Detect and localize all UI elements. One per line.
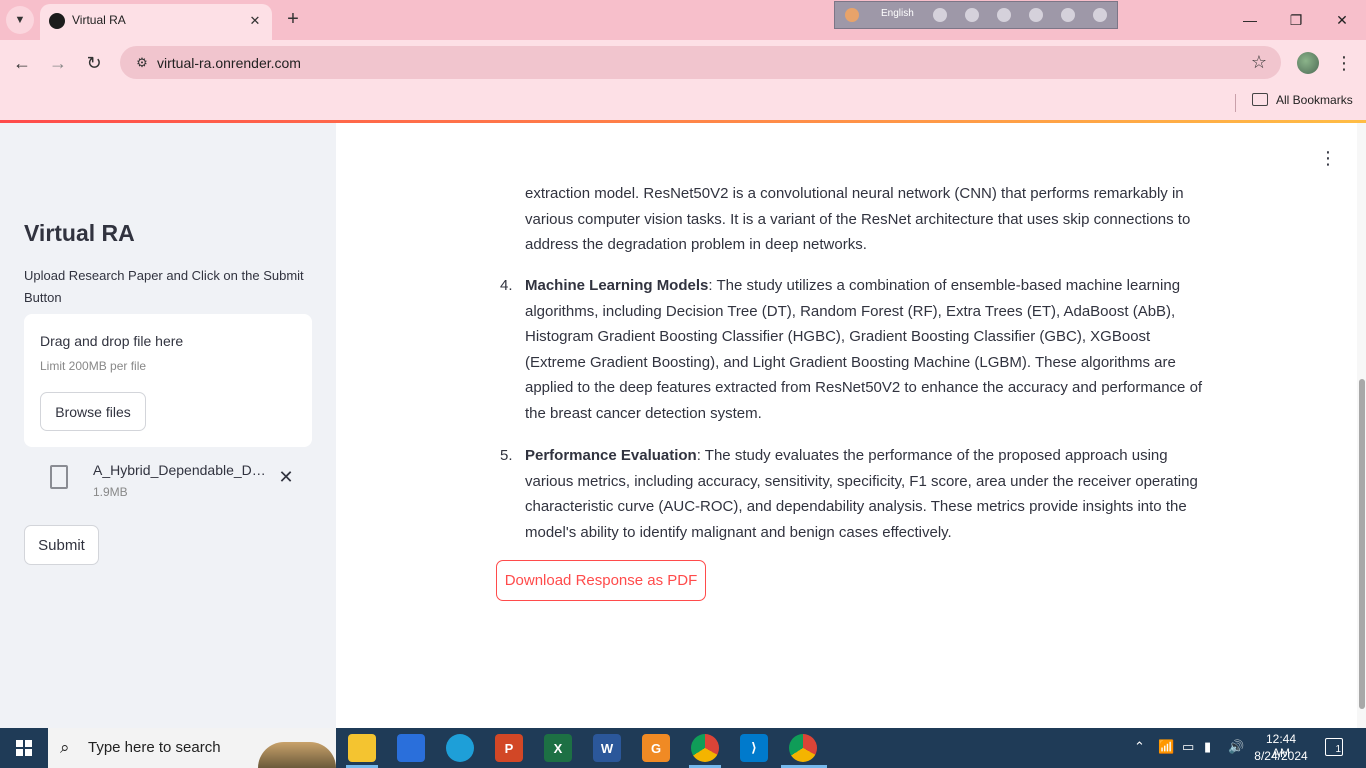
search-icon: ⌕ xyxy=(60,738,70,757)
hand-icon xyxy=(965,8,979,22)
list-item-machine-learning-models: Machine Learning Models: The study utili… xyxy=(525,273,1205,427)
uploaded-file: A_Hybrid_Dependable_Deep_Feature_Extract… xyxy=(0,453,336,503)
start-button[interactable] xyxy=(0,728,48,768)
tab-close-button[interactable]: ✕ xyxy=(246,12,264,30)
submit-button[interactable]: Submit xyxy=(24,525,99,565)
favicon-icon xyxy=(49,13,65,29)
file-size: 1.9MB xyxy=(93,485,128,499)
wifi-icon[interactable]: 📶 xyxy=(1158,739,1174,755)
dropzone-instruction: Drag and drop file here xyxy=(40,333,184,349)
arrow-right-icon: → xyxy=(49,52,67,73)
download-pdf-button[interactable]: Download Response as PDF xyxy=(496,560,706,601)
chrome-icon[interactable] xyxy=(691,734,719,762)
restore-icon: ❐ xyxy=(1289,11,1303,28)
file-icon xyxy=(50,465,68,489)
arrow-left-icon: ← xyxy=(13,52,31,73)
url-text[interactable]: virtual-ra.onrender.com xyxy=(157,55,301,71)
close-icon: ✕ xyxy=(278,466,294,487)
list-number: 4. xyxy=(500,277,513,294)
list-number: 5. xyxy=(500,447,513,464)
all-bookmarks-link[interactable]: All Bookmarks xyxy=(1276,93,1353,107)
profile-avatar[interactable] xyxy=(1297,52,1319,74)
remove-file-button[interactable]: ✕ xyxy=(276,467,296,487)
minimize-icon: — xyxy=(1243,12,1257,28)
notification-count: 1 xyxy=(1335,744,1341,755)
help-icon xyxy=(1061,8,1075,22)
chevron-down-icon: ▼ xyxy=(14,14,26,26)
bookmarks-bar: All Bookmarks xyxy=(0,86,1366,120)
word-icon[interactable]: W xyxy=(593,734,621,762)
list-item-text: : The study utilizes a combination of en… xyxy=(525,277,1203,422)
folder-icon[interactable] xyxy=(1252,93,1268,106)
bookmark-star-icon[interactable]: ☆ xyxy=(1251,52,1267,73)
show-hidden-icons[interactable]: ⌃ xyxy=(1134,739,1145,755)
sidebar-title: Virtual RA xyxy=(24,220,135,246)
edge-icon[interactable] xyxy=(446,734,474,762)
reload-button[interactable]: ↻ xyxy=(81,50,107,76)
clock-date[interactable]: 8/24/2024 xyxy=(1252,749,1310,763)
forward-button[interactable]: → xyxy=(45,50,71,76)
notification-center-icon[interactable]: 1 xyxy=(1325,738,1343,756)
excel-icon[interactable]: X xyxy=(544,734,572,762)
site-info-icon[interactable]: ⚙ xyxy=(132,53,152,73)
language-bar[interactable]: English xyxy=(834,1,1118,29)
battery-icon[interactable]: ▮ xyxy=(1204,739,1211,755)
pdf-tool-icon[interactable]: G xyxy=(642,734,670,762)
reload-icon: ↻ xyxy=(86,52,102,73)
tab-search-button[interactable]: ▼ xyxy=(6,6,34,34)
ime-icon xyxy=(845,8,859,22)
windows-icon xyxy=(16,740,32,756)
keyboard-icon xyxy=(933,8,947,22)
tab-strip: ▼ Virtual RA ✕ + English — ❐ ✕ xyxy=(0,0,1366,40)
sidebar-caption: Upload Research Paper and Click on the S… xyxy=(24,268,304,305)
active-tab[interactable]: Virtual RA ✕ xyxy=(40,4,272,40)
kebab-icon: ⋮ xyxy=(1335,52,1353,73)
close-window-button[interactable]: ✕ xyxy=(1330,8,1354,32)
kebab-icon: ⋮ xyxy=(1319,147,1337,168)
restore-button[interactable]: ❐ xyxy=(1284,8,1308,32)
pen-icon xyxy=(1029,8,1043,22)
chrome-profile-icon[interactable] xyxy=(789,734,817,762)
volume-icon[interactable]: 🔊 xyxy=(1228,739,1244,755)
info-icon xyxy=(1093,8,1107,22)
close-icon: ✕ xyxy=(1336,11,1348,28)
settings-icon xyxy=(997,8,1011,22)
browse-files-button[interactable]: Browse files xyxy=(40,392,146,431)
intro-paragraph: extraction model. ResNet50V2 is a convol… xyxy=(525,185,1191,254)
file-explorer-icon[interactable] xyxy=(348,734,376,762)
search-highlight-image xyxy=(258,742,336,768)
new-tab-button[interactable]: + xyxy=(282,8,304,30)
browser-menu-button[interactable]: ⋮ xyxy=(1335,52,1353,74)
list-item-heading: Performance Evaluation xyxy=(525,447,697,464)
list-item-performance-evaluation: Performance Evaluation: The study evalua… xyxy=(525,443,1205,545)
language-label: English xyxy=(881,8,914,19)
dropzone-limit: Limit 200MB per file xyxy=(40,359,147,373)
taskbar: ⌕ Type here to search P X W G ⟩ ⌃ 📶 ▭ ▮ … xyxy=(0,728,1366,768)
address-bar[interactable]: ⚙ virtual-ra.onrender.com ☆ xyxy=(120,46,1281,79)
store-icon[interactable] xyxy=(397,734,425,762)
app-menu-button[interactable]: ⋮ xyxy=(1318,147,1338,169)
screen: ▼ Virtual RA ✕ + English — ❐ ✕ ← → ↻ ⚙ v… xyxy=(0,0,1366,768)
back-button[interactable]: ← xyxy=(9,50,35,76)
list-item-heading: Machine Learning Models xyxy=(525,277,709,294)
main-content: ⋮ extraction model. ResNet50V2 is a conv… xyxy=(336,123,1366,728)
minimize-button[interactable]: — xyxy=(1238,8,1262,32)
tab-title: Virtual RA xyxy=(72,13,126,27)
bookmarks-divider xyxy=(1235,94,1236,112)
search-placeholder[interactable]: Type here to search xyxy=(88,739,221,756)
taskbar-search[interactable]: ⌕ Type here to search xyxy=(48,728,336,768)
file-dropzone[interactable]: Drag and drop file here Limit 200MB per … xyxy=(24,314,312,447)
file-name: A_Hybrid_Dependable_Deep_Feature_Extract… xyxy=(93,462,271,478)
scrollbar-thumb[interactable] xyxy=(1359,379,1365,709)
powerpoint-icon[interactable]: P xyxy=(495,734,523,762)
close-icon: ✕ xyxy=(249,13,261,28)
plus-icon: + xyxy=(287,7,299,30)
display-icon[interactable]: ▭ xyxy=(1182,739,1194,755)
browser-toolbar: ← → ↻ ⚙ virtual-ra.onrender.com ☆ xyxy=(0,40,1366,86)
vscode-icon[interactable]: ⟩ xyxy=(740,734,768,762)
sidebar: Virtual RA Upload Research Paper and Cli… xyxy=(0,123,336,728)
